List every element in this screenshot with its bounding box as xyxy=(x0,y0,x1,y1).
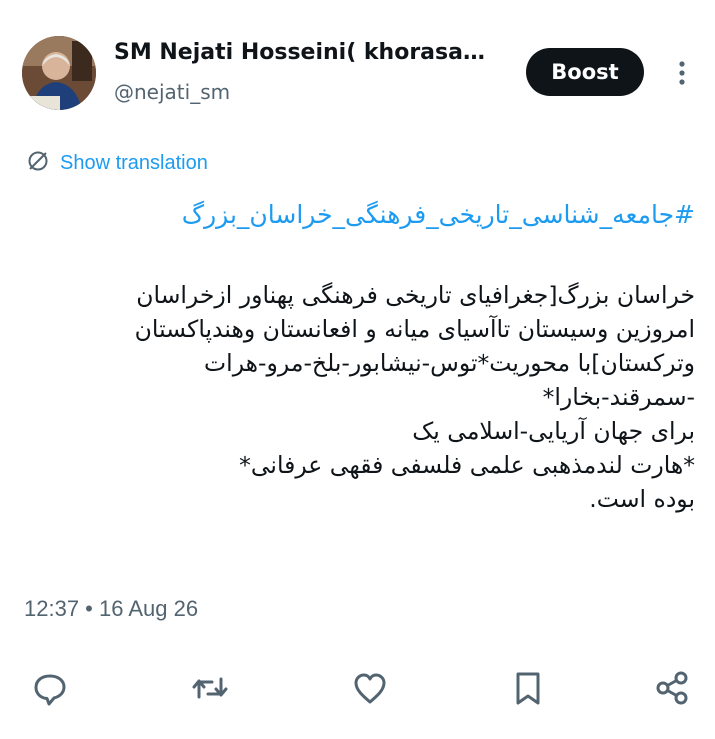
tweet-body-line: -سمرقند-بخارا* xyxy=(542,383,695,411)
author-display-name[interactable]: SM Nejati Hosseini( khorasan... xyxy=(114,40,499,65)
hashtag-link[interactable]: #جامعه_شناسی_تاریخی_فرهنگی_خراسان_بزرگ xyxy=(182,200,695,229)
more-vertical-icon[interactable] xyxy=(672,60,692,86)
show-translation-label: Show translation xyxy=(60,151,208,174)
tweet-body-line: برای جهان آریایی-اسلامی یک xyxy=(412,417,695,445)
author-handle[interactable]: @nejati_sm xyxy=(114,80,230,104)
tweet-body-line: خراسان بزرگ[جغرافیای تاریخی فرهنگی پهناو… xyxy=(136,281,695,309)
like-icon[interactable] xyxy=(350,668,390,708)
tweet-body-line: بوده است. xyxy=(589,485,695,513)
show-translation-link[interactable]: Show translation xyxy=(26,148,208,178)
tweet-timestamp[interactable]: 12:37 • 16 Aug 26 xyxy=(24,596,198,622)
avatar[interactable] xyxy=(22,36,96,110)
tweet-body-line: *هارت لندمذهبی علمی فلسفی فقهی عرفانی* xyxy=(239,451,695,479)
retweet-icon[interactable] xyxy=(190,668,230,708)
reply-icon[interactable] xyxy=(30,668,70,708)
tweet-header: SM Nejati Hosseini( khorasan... @nejati_… xyxy=(22,30,702,114)
bookmark-icon[interactable] xyxy=(508,668,548,708)
share-icon[interactable] xyxy=(652,668,692,708)
tweet-body-line: وترکستان]با محوریت*توس-نیشابور-بلخ-مرو-ه… xyxy=(204,349,695,377)
tweet-body-line: امروزین وسیستان تاآسیای میانه و افعانستا… xyxy=(134,315,695,343)
translate-icon xyxy=(26,149,50,177)
boost-button[interactable]: Boost xyxy=(526,48,644,96)
action-bar xyxy=(0,668,715,708)
tweet-body: خراسان بزرگ[جغرافیای تاریخی فرهنگی پهناو… xyxy=(22,278,695,516)
